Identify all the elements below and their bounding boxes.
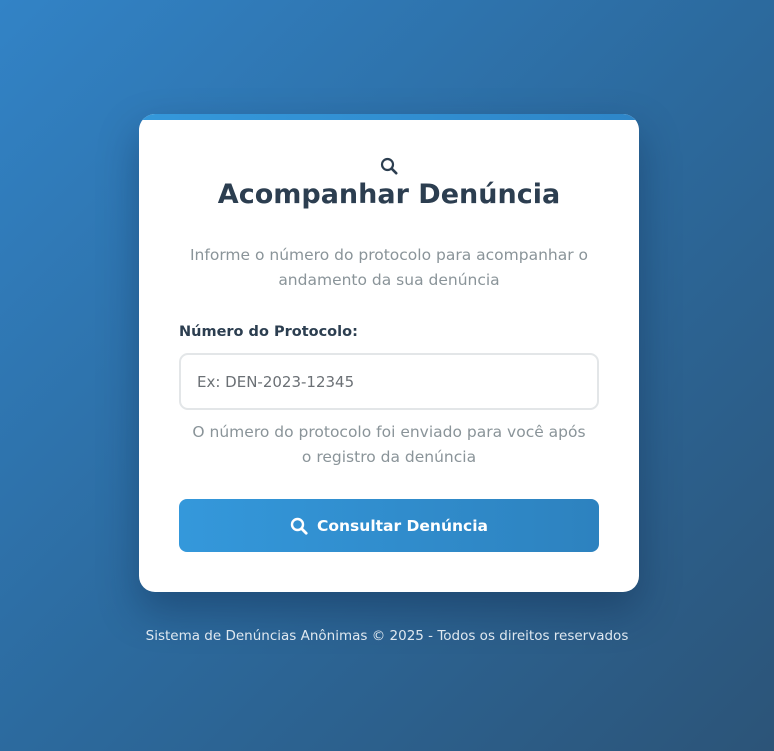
search-icon bbox=[380, 157, 398, 175]
footer-copyright: Sistema de Denúncias Anônimas © 2025 - T… bbox=[145, 628, 629, 644]
protocol-input[interactable] bbox=[179, 353, 599, 410]
consult-complaint-button[interactable]: Consultar Denúncia bbox=[179, 499, 599, 552]
tracking-card: Acompanhar Denúncia Informe o número do … bbox=[139, 114, 639, 592]
protocol-hint: O número do protocolo foi enviado para v… bbox=[192, 423, 586, 466]
search-icon bbox=[290, 517, 308, 535]
protocol-label: Número do Protocolo: bbox=[179, 324, 358, 340]
page-subtitle: Informe o número do protocolo para acomp… bbox=[189, 246, 589, 289]
card-accent-bar bbox=[139, 114, 639, 120]
consult-button-label: Consultar Denúncia bbox=[317, 516, 488, 535]
page-title: Acompanhar Denúncia bbox=[217, 179, 561, 210]
